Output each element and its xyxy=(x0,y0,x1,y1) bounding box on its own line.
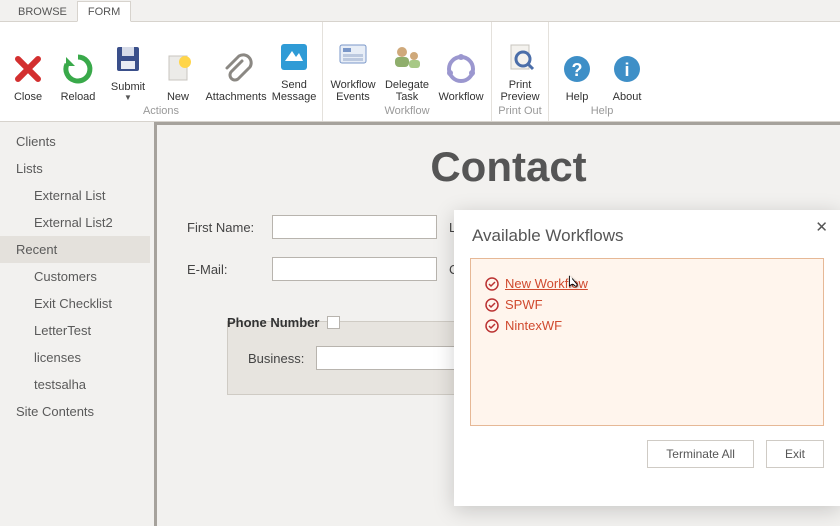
help-button[interactable]: ? Help xyxy=(553,47,601,103)
delegate-task-button[interactable]: Delegate Task xyxy=(381,35,433,103)
delegate-task-label: Delegate Task xyxy=(383,79,431,103)
submit-icon xyxy=(110,41,146,77)
popup-available-workflows: ✕ Available Workflows New Workflow SPWF … xyxy=(454,210,840,506)
workflow-events-button[interactable]: Workflow Events xyxy=(327,35,379,103)
print-preview-icon xyxy=(502,39,538,75)
email-field[interactable] xyxy=(272,257,437,281)
email-label: E-Mail: xyxy=(187,262,272,277)
workflow-button[interactable]: Workflow xyxy=(435,47,487,103)
close-label: Close xyxy=(14,91,42,103)
phone-checkbox[interactable] xyxy=(327,316,340,329)
phone-legend: Phone Number xyxy=(227,315,319,330)
help-icon: ? xyxy=(559,51,595,87)
tab-browse[interactable]: BROWSE xyxy=(8,2,77,21)
reload-button[interactable]: Reload xyxy=(54,47,102,103)
attachments-icon xyxy=(218,51,254,87)
send-message-icon xyxy=(276,39,312,75)
first-name-field[interactable] xyxy=(272,215,437,239)
help-label: Help xyxy=(566,91,589,103)
first-name-label: First Name: xyxy=(187,220,272,235)
new-icon xyxy=(160,51,196,87)
workflow-icon xyxy=(485,277,499,291)
new-label: New xyxy=(167,91,189,103)
popup-title: Available Workflows xyxy=(454,210,840,258)
close-button[interactable]: Close xyxy=(4,47,52,103)
about-icon: i xyxy=(609,51,645,87)
sidebar-item-clients[interactable]: Clients xyxy=(0,128,150,155)
workflow-events-icon xyxy=(335,39,371,75)
sidebar-item-testsalha[interactable]: testsalha xyxy=(0,371,150,398)
sidebar-item-customers[interactable]: Customers xyxy=(0,263,150,290)
svg-text:?: ? xyxy=(572,60,583,80)
exit-button[interactable]: Exit xyxy=(766,440,824,468)
svg-text:i: i xyxy=(624,60,629,80)
attachments-label: Attachments xyxy=(205,91,266,103)
workflow-link[interactable]: New Workflow xyxy=(505,276,588,291)
about-button[interactable]: i About xyxy=(603,47,651,103)
close-icon xyxy=(10,51,46,87)
sidebar-item-lettertest[interactable]: LetterTest xyxy=(0,317,150,344)
sidebar-item-external-list[interactable]: External List xyxy=(0,182,150,209)
sidebar-item-site-contents[interactable]: Site Contents xyxy=(0,398,150,425)
sidebar-item-lists[interactable]: Lists xyxy=(0,155,150,182)
group-actions-label: Actions xyxy=(4,103,318,119)
submit-button[interactable]: Submit ▼ xyxy=(104,37,152,103)
group-help-label: Help xyxy=(553,103,651,119)
workflow-link[interactable]: SPWF xyxy=(505,297,543,312)
print-preview-label: Print Preview xyxy=(498,79,542,103)
sidebar-item-external-list2[interactable]: External List2 xyxy=(0,209,150,236)
group-print-label: Print Out xyxy=(496,103,544,119)
send-message-label: Send Message xyxy=(272,79,317,103)
workflow-icon xyxy=(485,298,499,312)
sidebar-item-recent[interactable]: Recent xyxy=(0,236,150,263)
submit-label: Submit xyxy=(111,81,145,93)
attachments-button[interactable]: Attachments xyxy=(204,47,268,103)
business-label: Business: xyxy=(248,351,304,366)
page-title: Contact xyxy=(157,143,840,191)
close-icon[interactable]: ✕ xyxy=(815,218,828,236)
menu-bar: BROWSE FORM xyxy=(0,0,840,22)
workflow-item-new[interactable]: New Workflow xyxy=(485,273,809,294)
new-button[interactable]: New xyxy=(154,47,202,103)
workflow-events-label: Workflow Events xyxy=(329,79,377,103)
sidebar-item-exit-checklist[interactable]: Exit Checklist xyxy=(0,290,150,317)
ribbon: Close Reload Submit ▼ New xyxy=(0,22,840,122)
delegate-task-icon xyxy=(389,39,425,75)
chevron-down-icon: ▼ xyxy=(124,94,132,103)
reload-label: Reload xyxy=(61,91,96,103)
workflow-label: Workflow xyxy=(438,91,483,103)
terminate-all-button[interactable]: Terminate All xyxy=(647,440,754,468)
send-message-button[interactable]: Send Message xyxy=(270,35,318,103)
print-preview-button[interactable]: Print Preview xyxy=(496,35,544,103)
group-workflow-label: Workflow xyxy=(327,103,487,119)
sidebar-item-licenses[interactable]: licenses xyxy=(0,344,150,371)
about-label: About xyxy=(613,91,642,103)
tab-form[interactable]: FORM xyxy=(77,1,131,22)
sidebar: Clients Lists External List External Lis… xyxy=(0,122,150,506)
reload-icon xyxy=(60,51,96,87)
workflow-icon xyxy=(443,51,479,87)
workflow-list: New Workflow SPWF NintexWF xyxy=(470,258,824,426)
workflow-item-spwf[interactable]: SPWF xyxy=(485,294,809,315)
